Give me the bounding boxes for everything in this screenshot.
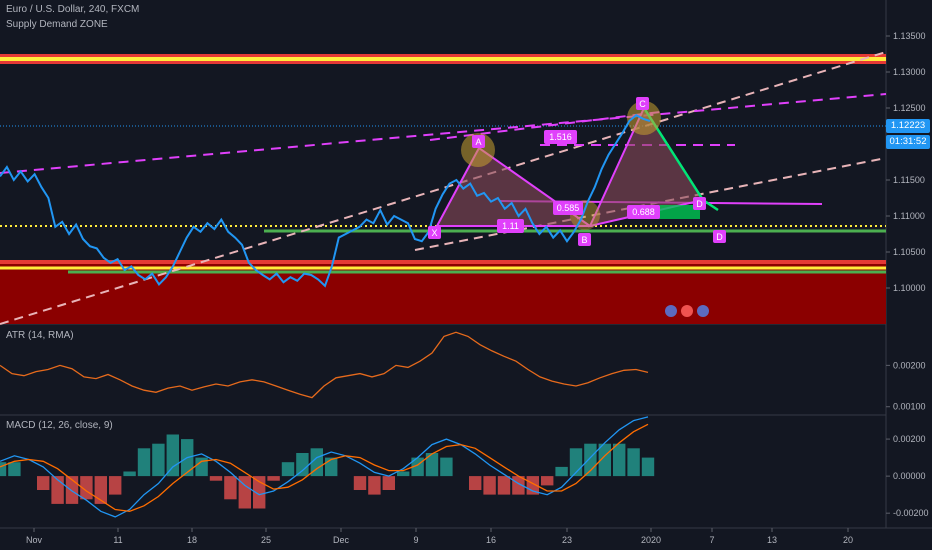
macd-histogram-bar <box>109 476 122 495</box>
macd-histogram-bar <box>152 443 165 477</box>
macd-histogram-bar <box>281 462 295 477</box>
x-tick-label: 23 <box>562 535 572 545</box>
macd-histogram-bar <box>397 471 410 477</box>
svg-text:1.11: 1.11 <box>502 221 519 231</box>
pattern-label-x: X <box>428 226 441 239</box>
macd-histogram-bar <box>541 476 554 486</box>
ratio-label-bcd: 1.516 <box>544 130 577 144</box>
y-tick-label: 0.00200 <box>893 434 926 444</box>
pattern-label-a: A <box>472 135 485 148</box>
macd-histogram-bar <box>267 476 280 481</box>
chart-canvas: 1.13500 1.13000 1.12500 1.11500 1.11000 1.105… <box>0 0 932 550</box>
x-tick-label: Dec <box>333 535 350 545</box>
y-tick-label: 1.13000 <box>893 67 926 77</box>
svg-text:D: D <box>716 232 723 242</box>
pattern-label-b: B <box>578 233 591 246</box>
svg-text:C: C <box>639 99 646 109</box>
macd-histogram-bar <box>613 443 626 477</box>
macd-histogram-bar <box>440 457 453 477</box>
macd-pane-title: MACD (12, 26, close, 9) <box>6 420 113 431</box>
pattern-label-d-secondary: D <box>713 230 726 243</box>
pattern-label-c: C <box>636 97 649 110</box>
y-tick-label: 0.00100 <box>893 402 926 412</box>
economic-events-icon[interactable] <box>665 305 709 317</box>
svg-text:0.688: 0.688 <box>632 207 655 217</box>
macd-histogram-bar <box>469 476 482 490</box>
macd-histogram-bar <box>627 448 640 477</box>
y-tick-label: 1.10000 <box>893 283 926 293</box>
macd-histogram-bar <box>8 462 21 477</box>
ratio-label-xad: 0.688 <box>627 205 660 219</box>
symbol-title: Euro / U.S. Dollar, 240, FXCM <box>6 4 140 15</box>
y-tick-label: -0.00200 <box>893 508 929 518</box>
macd-histogram-bar <box>555 466 568 477</box>
ratio-label-xab: 1.11 <box>497 219 524 233</box>
macd-histogram-bar <box>325 457 338 477</box>
x-tick-label: 18 <box>187 535 197 545</box>
svg-text:D: D <box>696 199 703 209</box>
last-price-tag: 1.12223 <box>886 119 930 133</box>
macd-histogram-bar <box>382 476 395 490</box>
x-tick-label: 20 <box>843 535 853 545</box>
ratio-label-abc: 0.585 <box>553 201 583 215</box>
macd-histogram-bar <box>483 476 496 495</box>
x-tick-label: 25 <box>261 535 271 545</box>
svg-text:X: X <box>431 228 437 238</box>
macd-histogram-bar <box>37 476 50 490</box>
macd-histogram-bar <box>166 434 179 477</box>
indicator-title: Supply Demand ZONE <box>6 19 108 30</box>
svg-text:1.516: 1.516 <box>549 132 572 142</box>
pattern-label-d: D <box>693 197 706 210</box>
macd-histogram-bar <box>224 476 237 500</box>
y-tick-label: 0.00000 <box>893 471 926 481</box>
bar-countdown-tag: 01:31:52 <box>886 135 930 149</box>
x-tick-label: 2020 <box>641 535 661 545</box>
y-tick-label: 1.11000 <box>893 211 925 221</box>
y-tick-label: 0.00200 <box>893 360 926 370</box>
y-tick-label: 1.13500 <box>893 31 926 41</box>
x-tick-label: 9 <box>413 535 418 545</box>
macd-histogram-bar <box>209 476 223 481</box>
macd-histogram-bar <box>123 471 136 477</box>
atr-pane-title: ATR (14, RMA) <box>6 330 74 341</box>
y-tick-label: 1.12500 <box>893 103 926 113</box>
y-tick-label: 1.11500 <box>893 175 925 185</box>
x-tick-label: 11 <box>113 535 122 545</box>
svg-text:A: A <box>475 137 481 147</box>
x-tick-label: 16 <box>486 535 496 545</box>
x-tick-label: Nov <box>26 535 43 545</box>
y-tick-label: 1.10500 <box>893 247 926 257</box>
macd-histogram-bar <box>497 476 511 495</box>
macd-histogram-bar <box>368 476 381 495</box>
macd-histogram-bar <box>353 476 367 490</box>
macd-histogram-bar <box>137 448 151 477</box>
x-tick-label: 13 <box>767 535 777 545</box>
macd-histogram-bar <box>641 457 655 477</box>
macd-histogram-bar <box>296 453 309 477</box>
svg-text:B: B <box>581 235 587 245</box>
svg-text:0.585: 0.585 <box>557 203 580 213</box>
x-tick-label: 7 <box>709 535 714 545</box>
